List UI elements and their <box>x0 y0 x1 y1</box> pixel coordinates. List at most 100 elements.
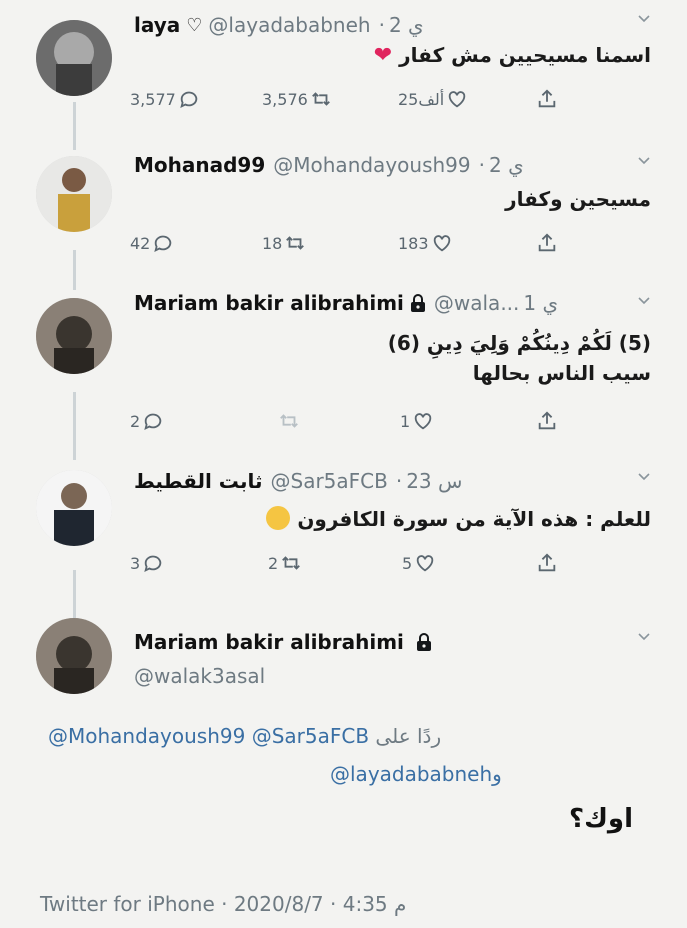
display-name[interactable]: laya <box>134 13 180 37</box>
tweet-text: (5) لَكُمْ دِينُكُمْ وَلِيَ دِينِ (6) سي… <box>388 328 651 388</box>
reply-count: 42 <box>130 233 151 253</box>
retweet-icon <box>282 556 301 570</box>
heart-icon <box>414 413 432 430</box>
retweet-button[interactable]: 18 <box>262 232 306 254</box>
separator: · <box>478 153 485 177</box>
like-count: 5 <box>402 553 413 573</box>
chevron-down-icon[interactable] <box>637 294 651 308</box>
timestamp[interactable]: 23 س <box>406 469 462 493</box>
reply-count: 3 <box>130 553 141 573</box>
username[interactable]: @layadababneh <box>208 13 370 37</box>
retweet-button[interactable]: 3,576 <box>262 88 332 110</box>
reply-button[interactable]: 42 <box>130 232 174 254</box>
tweet-meta: Twitter for iPhone · 2020/8/7 · م 4:35 <box>40 892 407 916</box>
separator: · <box>378 13 385 37</box>
chevron-down-icon[interactable] <box>637 12 651 26</box>
reply-to-line: @Mohandayoush99 @Sar5aFCB ردًا على <box>48 724 441 748</box>
heart-icon <box>433 235 450 252</box>
reply-to-handles[interactable]: @Mohandayoush99 @Sar5aFCB <box>48 724 369 748</box>
reply-icon <box>144 555 162 573</box>
tweet-actions: 42 18 183 <box>130 232 570 262</box>
share-button[interactable] <box>534 410 558 432</box>
reply-icon <box>154 235 172 253</box>
like-count: 1 <box>400 411 411 431</box>
username[interactable]: @Mohandayoush99 <box>273 153 470 177</box>
like-button[interactable]: 183 <box>398 232 453 254</box>
tweet-text-line: سيب الناس بحالها <box>472 361 651 385</box>
chevron-down-icon[interactable] <box>637 630 651 644</box>
like-count: 25ألف <box>398 89 445 109</box>
avatar[interactable] <box>36 618 112 694</box>
tweet-text: اسمنا مسيحيين مش كفار ❤ <box>373 43 651 68</box>
avatar[interactable] <box>36 20 112 96</box>
timestamp[interactable]: 1 ي <box>523 291 558 315</box>
retweet-button[interactable] <box>276 410 300 432</box>
like-count: 183 <box>398 233 429 253</box>
tweet-actions: 2 1 <box>130 410 570 440</box>
reply-button[interactable]: 2 <box>130 410 164 432</box>
username[interactable]: @walak3asal <box>134 664 265 688</box>
like-button[interactable]: 1 <box>400 410 434 432</box>
retweet-icon <box>280 414 298 428</box>
tweet-text: للعلم : هذه الآية من سورة الكافرون <box>266 504 651 534</box>
reply-button[interactable]: 3,577 <box>130 88 200 110</box>
display-name[interactable]: Mohanad99 <box>134 153 265 177</box>
reply-icon <box>180 91 198 109</box>
tweet-text-line: (5) لَكُمْ دِينُكُمْ وَلِيَ دِينِ (6) <box>387 331 651 355</box>
like-button[interactable]: 25ألف <box>398 88 468 110</box>
display-name[interactable]: Mariam bakir alibrahimi <box>134 630 404 654</box>
share-icon <box>538 89 556 108</box>
share-button[interactable] <box>534 88 558 110</box>
reply-to-handle[interactable]: @layadababneh <box>330 762 492 786</box>
reply-to-label: ردًا على <box>375 724 442 748</box>
tweet[interactable]: Mariam bakir alibrahimi @wala... 1 ي (5)… <box>0 286 687 446</box>
chevron-down-icon[interactable] <box>637 470 651 484</box>
retweet-icon <box>311 92 330 106</box>
tweet-actions: 3,577 3,576 25ألف <box>130 88 570 118</box>
share-button[interactable] <box>534 232 558 254</box>
username[interactable]: @Sar5aFCB <box>271 469 388 493</box>
retweet-icon <box>286 236 305 250</box>
red-heart-emoji-icon: ❤ <box>373 43 393 68</box>
retweet-count: 18 <box>262 233 283 253</box>
grinning-face-emoji-icon <box>266 506 291 530</box>
separator: · <box>395 469 403 493</box>
reply-count: 3,577 <box>130 89 176 109</box>
heart-icon <box>416 555 434 572</box>
avatar[interactable] <box>36 156 112 232</box>
display-name[interactable]: ثابت القطيط <box>134 469 263 493</box>
share-icon <box>538 553 556 572</box>
chevron-down-icon[interactable] <box>637 154 651 168</box>
share-icon <box>538 233 556 252</box>
tweet[interactable]: Mohanad99 @Mohandayoush99 · 2 ي مسيحين و… <box>0 144 687 284</box>
tweet-actions: 3 2 5 <box>130 552 570 582</box>
tweet[interactable]: ثابت القطيط @Sar5aFCB · 23 س للعلم : هذه… <box>0 460 687 600</box>
tweet[interactable]: laya ♡ @layadababneh · 2 ي اسمنا مسيحيين… <box>0 0 687 140</box>
tweet-header: laya ♡ @layadababneh · 2 ي <box>134 8 647 42</box>
heart-icon <box>449 91 466 108</box>
avatar[interactable] <box>36 298 112 374</box>
lock-icon <box>410 294 425 312</box>
avatar[interactable] <box>36 470 112 546</box>
share-button[interactable] <box>534 552 558 574</box>
retweet-count: 3,576 <box>262 89 308 109</box>
heart-outline-icon: ♡ <box>186 14 203 36</box>
reply-to-line: @layadababnehو <box>330 762 502 786</box>
reply-icon <box>144 413 162 431</box>
like-button[interactable]: 5 <box>402 552 436 574</box>
retweet-count: 2 <box>268 553 279 573</box>
detail-header: Mariam bakir alibrahimi <box>134 630 432 654</box>
lock-icon <box>417 633 432 651</box>
reply-to-and: و <box>492 762 502 786</box>
reply-count: 2 <box>130 411 141 431</box>
share-icon <box>538 411 556 430</box>
tweet-header: Mohanad99 @Mohandayoush99 · 2 ي <box>134 148 647 182</box>
display-name[interactable]: Mariam bakir alibrahimi <box>134 291 404 315</box>
timestamp[interactable]: 2 ي <box>489 153 524 177</box>
reply-button[interactable]: 3 <box>130 552 164 574</box>
tweet-text: مسيحين وكفار <box>505 187 651 211</box>
username[interactable]: @wala... <box>434 291 520 315</box>
detail-tweet-text: اوك؟ <box>569 804 633 834</box>
timestamp[interactable]: 2 ي <box>389 13 424 37</box>
retweet-button[interactable]: 2 <box>268 552 302 574</box>
